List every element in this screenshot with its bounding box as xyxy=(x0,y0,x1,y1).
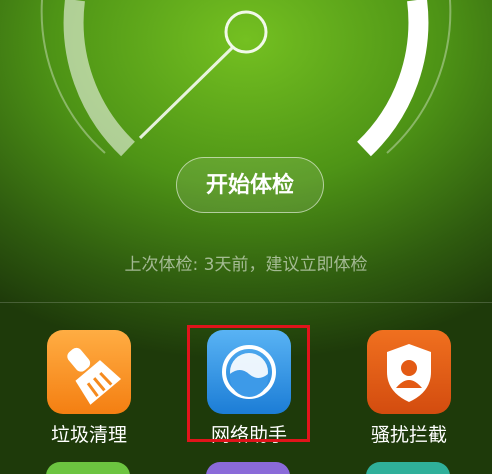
highlight-box xyxy=(187,325,310,442)
next-row-tile[interactable] xyxy=(206,462,290,474)
broom-icon xyxy=(47,330,131,414)
next-row-tile[interactable] xyxy=(366,462,450,474)
tool-label: 垃圾清理 xyxy=(50,424,127,446)
tool-label: 骚扰拦截 xyxy=(370,424,447,446)
last-check-status: 上次体检: 3天前，建议立即体检 xyxy=(124,255,368,275)
gauge-pivot-icon xyxy=(224,10,268,54)
next-row-tile[interactable] xyxy=(46,462,130,474)
tool-harassment-block[interactable]: 骚扰拦截 xyxy=(354,330,464,447)
section-divider xyxy=(0,302,492,303)
security-center-screen: 开始体检 上次体检: 3天前，建议立即体检 垃圾清理 网络助手 骚扰拦截 xyxy=(0,0,492,474)
gauge-needle xyxy=(138,46,234,140)
tool-junk-clean[interactable]: 垃圾清理 xyxy=(34,330,144,447)
shield-person-icon xyxy=(367,330,451,414)
start-check-button[interactable]: 开始体检 xyxy=(176,157,324,213)
